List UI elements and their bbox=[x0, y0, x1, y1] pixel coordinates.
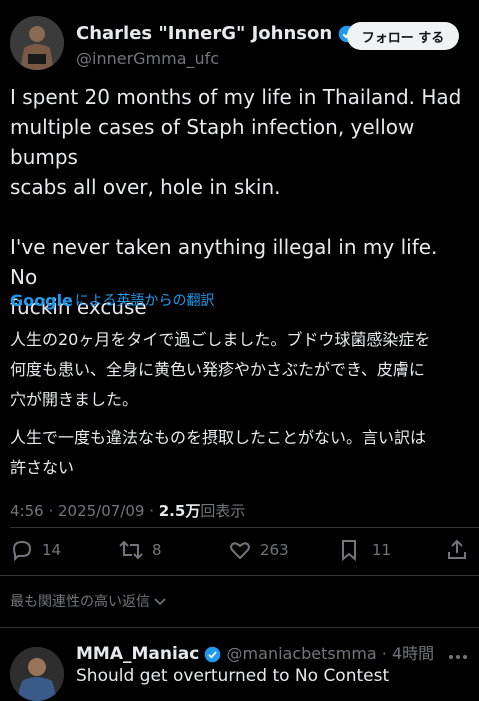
reply-author-name[interactable]: MMA_Maniac bbox=[76, 644, 199, 664]
reply-time: 4時間 bbox=[391, 644, 435, 663]
translated-line: 許さない bbox=[10, 458, 75, 477]
author-name-text: Charles "InnerG" Johnson bbox=[76, 23, 333, 44]
tweet-line: I've never taken anything illegal in my … bbox=[10, 235, 438, 289]
tweet-timestamp[interactable]: 4:56 · 2025/07/09 · bbox=[10, 502, 159, 520]
translated-line: 穴が開きました。 bbox=[10, 390, 139, 409]
user-avatar-icon bbox=[10, 16, 64, 70]
reply-text: Should get overturned to No Contest bbox=[76, 666, 390, 686]
translation-label: による英語からの翻訳 bbox=[74, 293, 215, 309]
like-count: 263 bbox=[260, 541, 289, 559]
reply-icon bbox=[12, 540, 32, 562]
reply-author-handle[interactable]: @maniacbetsmma bbox=[227, 644, 377, 663]
tweet-line: scabs all over, hole in skin. bbox=[10, 175, 281, 199]
bookmark-button[interactable]: 11 bbox=[338, 538, 391, 562]
more-icon bbox=[449, 655, 467, 659]
reply-sort-dropdown[interactable]: 最も関連性の高い返信 bbox=[10, 591, 167, 611]
views-count: 2.5万 bbox=[158, 502, 201, 520]
user-avatar-icon bbox=[10, 647, 64, 701]
retweet-icon bbox=[119, 540, 143, 560]
verified-badge-icon bbox=[205, 646, 221, 663]
retweet-button[interactable]: 8 bbox=[118, 538, 162, 562]
reply-avatar[interactable] bbox=[10, 647, 64, 701]
share-button[interactable] bbox=[445, 538, 469, 562]
translated-line: 人生で一度も違法なものを摂取したことがない。言い訳は bbox=[10, 428, 427, 447]
heart-icon bbox=[230, 542, 250, 560]
retweet-count: 8 bbox=[152, 541, 162, 559]
follow-button[interactable]: フォロー する bbox=[347, 22, 459, 50]
divider bbox=[10, 527, 479, 528]
bookmark-icon bbox=[342, 540, 356, 562]
google-logo: Google bbox=[10, 290, 73, 310]
reply-more-button[interactable] bbox=[448, 646, 468, 665]
bookmark-count: 11 bbox=[372, 541, 392, 559]
translated-line: 何度も患い、全身に黄色い発疹やかさぶたができ、皮膚に bbox=[10, 360, 425, 379]
author-name[interactable]: Charles "InnerG" Johnson bbox=[76, 23, 356, 44]
sort-label: 最も関連性の高い返信 bbox=[10, 594, 150, 610]
like-button[interactable]: 263 bbox=[228, 538, 289, 562]
author-avatar[interactable] bbox=[10, 16, 64, 70]
tweet-line: multiple cases of Staph infection, yello… bbox=[10, 115, 415, 169]
author-handle[interactable]: @innerGmma_ufc bbox=[76, 49, 219, 68]
divider bbox=[0, 627, 479, 628]
views-label: 回表示 bbox=[200, 502, 246, 520]
chevron-down-icon bbox=[154, 598, 167, 606]
translated-text: 人生の20ヶ月をタイで過ごしました。ブドウ球菌感染症を 何度も患い、全身に黄色い… bbox=[10, 325, 475, 483]
tweet-line: I spent 20 months of my life in Thailand… bbox=[10, 85, 462, 109]
translation-header[interactable]: Google による英語からの翻訳 bbox=[10, 290, 215, 310]
tweet-text: I spent 20 months of my life in Thailand… bbox=[10, 82, 470, 322]
reply-count: 14 bbox=[42, 541, 62, 559]
divider bbox=[0, 575, 479, 576]
tweet-meta: 4:56 · 2025/07/09 · 2.5万回表示 bbox=[10, 500, 245, 521]
reply-button[interactable]: 14 bbox=[10, 538, 61, 562]
reply-header: MMA_Maniac @maniacbetsmma · 4時間 bbox=[76, 644, 435, 664]
translated-line: 人生の20ヶ月をタイで過ごしました。ブドウ球菌感染症を bbox=[10, 330, 431, 349]
share-icon bbox=[448, 539, 466, 559]
